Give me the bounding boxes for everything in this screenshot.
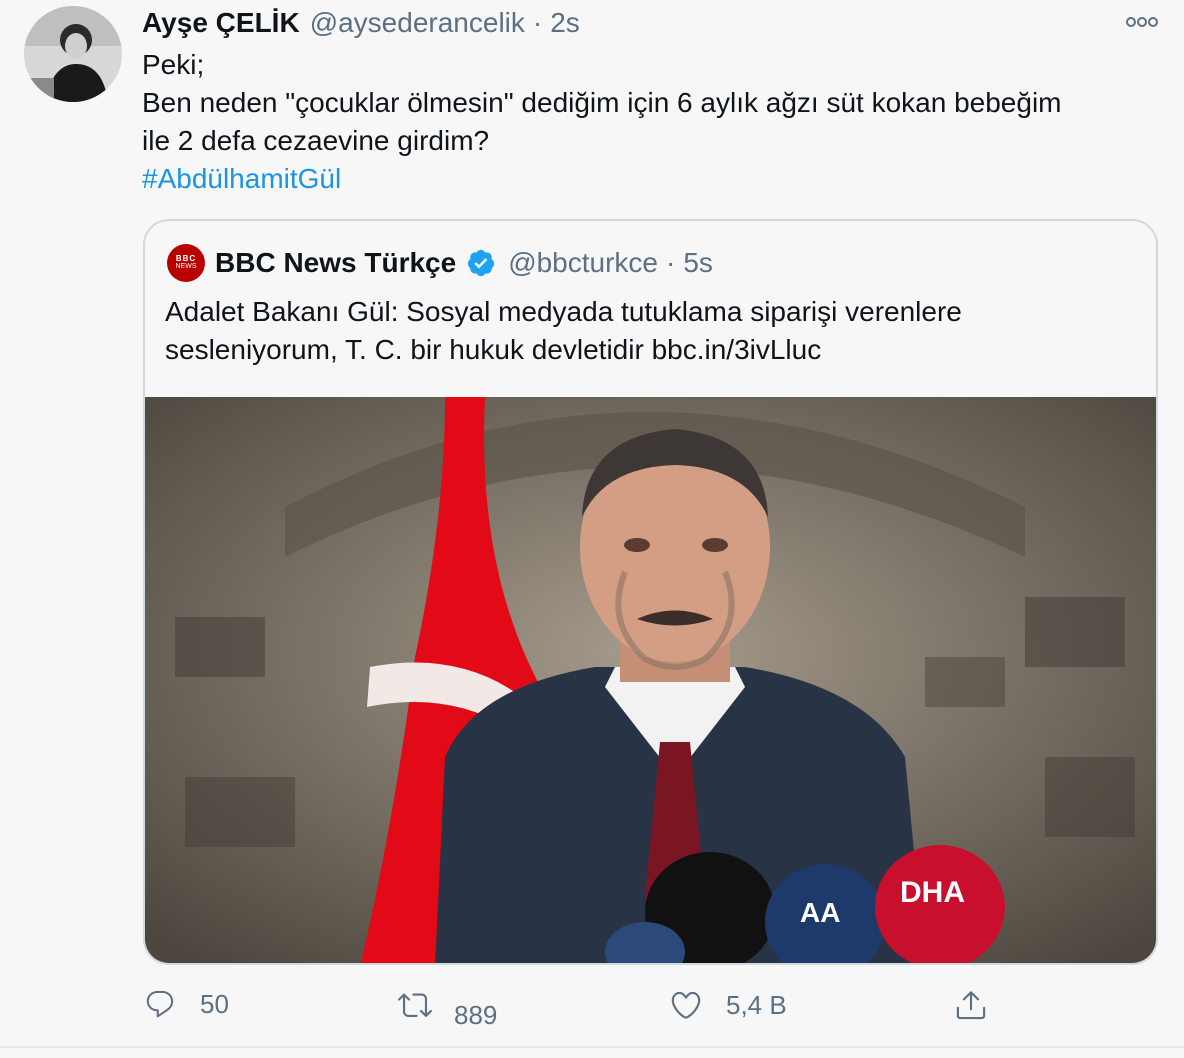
tweet-text-line: ile 2 defa cezaevine girdim?	[142, 125, 490, 156]
retweet-icon	[396, 988, 434, 1022]
author-handle[interactable]: @aysederancelik	[310, 7, 525, 39]
like-icon	[668, 988, 704, 1022]
quoted-tweet-card[interactable]: BBC NEWS BBC News Türkçe @bbcturkce · 5s…	[143, 219, 1158, 965]
quoted-header-separator: ·	[666, 247, 676, 278]
author-avatar[interactable]	[24, 6, 122, 102]
bbc-logo-text: BBC	[175, 254, 197, 263]
aa-mic-label: AA	[800, 897, 840, 928]
quoted-tweet-header: BBC NEWS BBC News Türkçe @bbcturkce · 5s	[167, 243, 713, 283]
tweet-divider	[0, 1046, 1184, 1048]
reply-button[interactable]: 50	[144, 988, 229, 1020]
quoted-author-name: BBC News Türkçe	[215, 247, 457, 278]
tweet-text-line: Ben neden "çocuklar ölmesin" dediğim içi…	[142, 87, 1062, 118]
tweet-timestamp[interactable]: 2s	[550, 7, 580, 39]
reply-count: 50	[200, 988, 229, 1019]
hashtag-link[interactable]: #AbdülhamitGül	[142, 160, 1162, 198]
tweet-text-line: Peki;	[142, 49, 205, 80]
tweet-action-bar: 50 889 5,4 B	[0, 980, 1184, 1040]
share-icon	[954, 988, 988, 1022]
quoted-author-avatar: BBC NEWS	[167, 244, 205, 282]
quoted-tweet-timestamp: 5s	[683, 247, 713, 278]
quoted-tweet-text: Adalet Bakanı Gül: Sosyal medyada tutukl…	[165, 293, 1125, 369]
author-name[interactable]: Ayşe ÇELİK	[142, 7, 300, 39]
news-logo-text: NEWS	[175, 263, 197, 270]
retweet-button[interactable]: 889	[396, 988, 497, 1030]
like-button[interactable]: 5,4 B	[668, 988, 787, 1022]
quoted-tweet-image[interactable]: DHA AA	[145, 397, 1156, 963]
quoted-text-line: Adalet Bakanı Gül: Sosyal medyada tutukl…	[165, 296, 962, 327]
reply-icon	[144, 988, 176, 1020]
more-icon[interactable]	[1124, 10, 1160, 34]
header-separator: ·	[532, 7, 543, 38]
dha-mic-label: DHA	[900, 876, 965, 909]
tweet-header: Ayşe ÇELİK @aysederancelik · 2s	[142, 6, 580, 40]
quoted-author-handle: @bbcturkce	[508, 247, 659, 278]
retweet-count: 889	[454, 999, 498, 1030]
tweet-text: Peki; Ben neden "çocuklar ölmesin" dediğ…	[142, 46, 1162, 198]
verified-badge-icon	[466, 248, 496, 278]
quoted-text-line: sesleniyorum, T. C. bir hukuk devletidir…	[165, 334, 822, 365]
share-button[interactable]	[954, 988, 988, 1022]
like-count: 5,4 B	[726, 989, 787, 1020]
